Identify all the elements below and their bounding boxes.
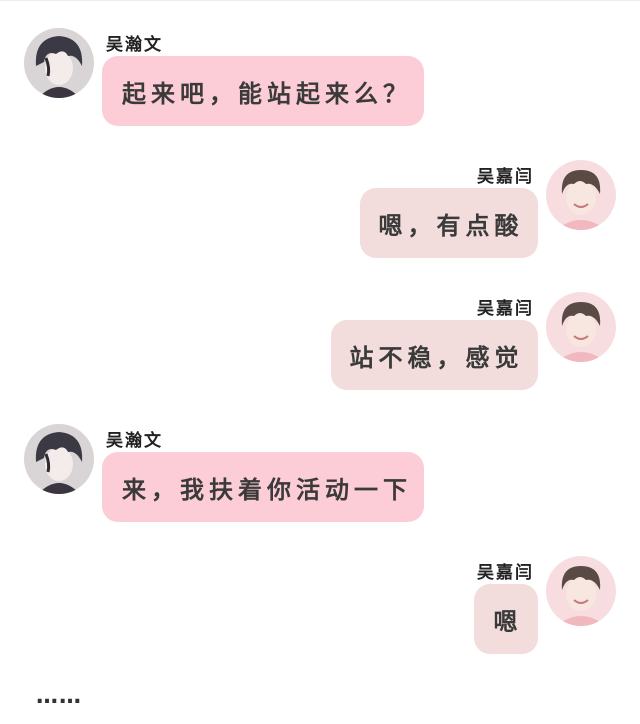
trailing-ellipsis: …… — [36, 684, 82, 709]
smiling-boy-pink-avatar-icon — [546, 160, 616, 230]
sender-name: 吴嘉闫 — [477, 563, 534, 583]
message-bubble[interactable]: 来，我扶着你活动一下 — [102, 452, 424, 522]
smiling-boy-pink-avatar-icon — [546, 556, 616, 626]
sender-name: 吴瀚文 — [106, 35, 163, 55]
sender-name: 吴瀚文 — [106, 431, 163, 451]
dark-haired-boy-avatar-icon — [24, 28, 94, 98]
sender-avatar[interactable] — [546, 292, 616, 362]
message-bubble[interactable]: 嗯 — [474, 584, 538, 654]
sender-avatar[interactable] — [24, 424, 94, 494]
dark-haired-boy-avatar-icon — [24, 424, 94, 494]
message-bubble[interactable]: 站不稳，感觉 — [331, 320, 538, 390]
sender-name: 吴嘉闫 — [477, 299, 534, 319]
sender-avatar[interactable] — [24, 28, 94, 98]
sender-avatar[interactable] — [546, 160, 616, 230]
message-bubble[interactable]: 起来吧，能站起来么？ — [102, 56, 424, 126]
message-bubble[interactable]: 嗯，有点酸 — [360, 188, 538, 258]
sender-name: 吴嘉闫 — [477, 167, 534, 187]
sender-avatar[interactable] — [546, 556, 616, 626]
top-divider — [0, 0, 640, 1]
smiling-boy-pink-avatar-icon — [546, 292, 616, 362]
